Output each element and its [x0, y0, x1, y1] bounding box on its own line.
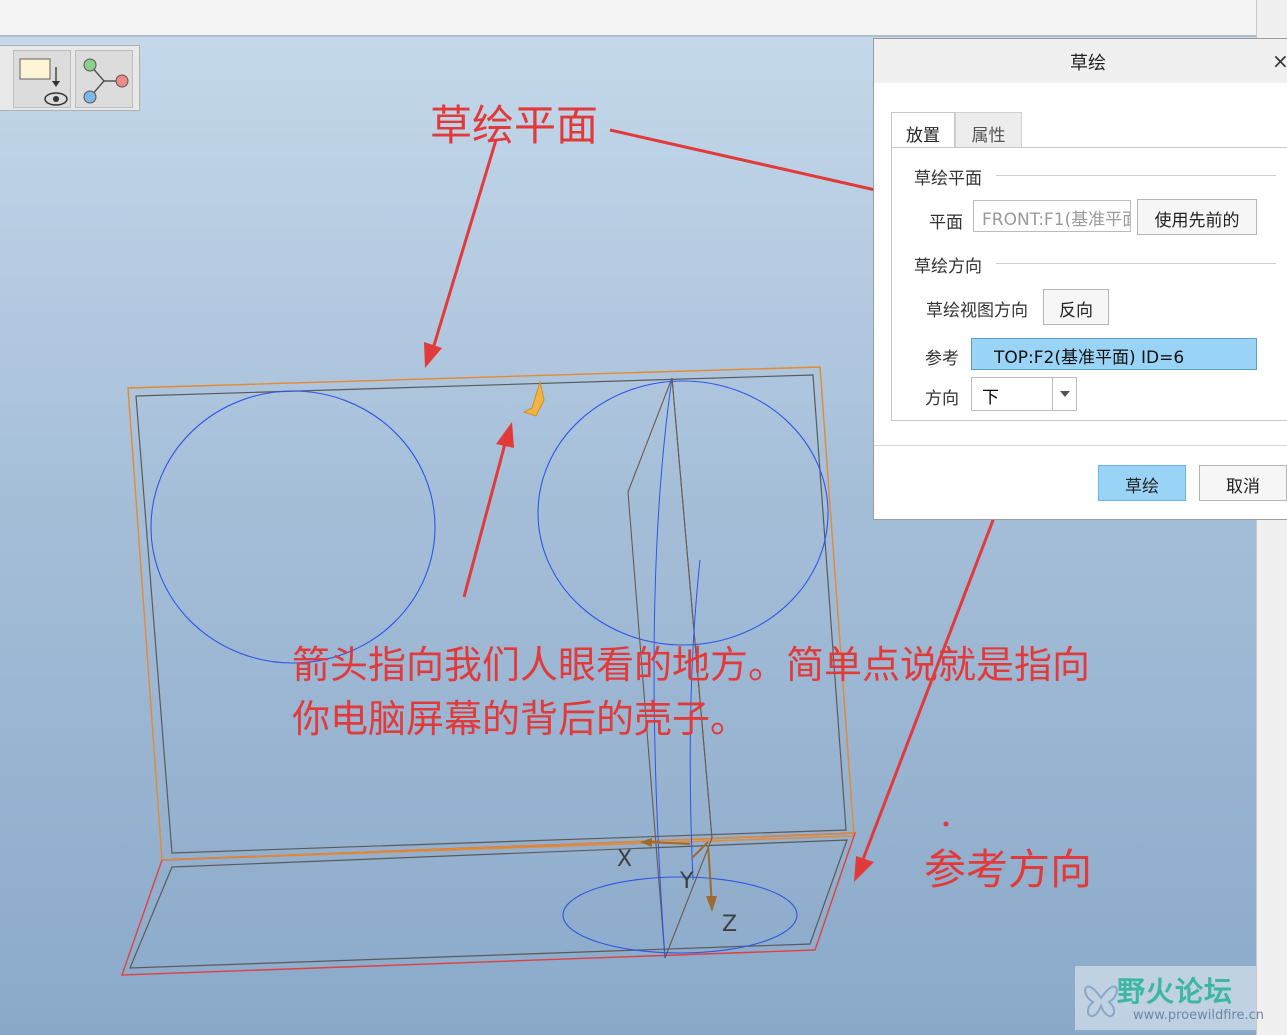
flip-button[interactable]: 反向	[1043, 289, 1109, 325]
annotation-direction-note: 箭头指向我们人眼看的地方。简单点说就是指向 你电脑屏幕的背后的壳子。	[292, 638, 1090, 746]
dialog-title: 草绘	[1070, 53, 1106, 74]
annotation-arrow-view-up	[462, 422, 514, 598]
rib-inner	[671, 377, 713, 839]
references-icon	[83, 58, 129, 104]
front-plane-outline	[127, 366, 855, 861]
view-direction-label: 草绘视图方向	[926, 301, 1028, 321]
plane-label: 平面	[929, 213, 963, 233]
dialog-titlebar[interactable]: 草绘 ×	[874, 39, 1287, 83]
section-divider	[996, 175, 1276, 176]
annotation-arrow-plane-down	[424, 139, 498, 368]
top-bar	[0, 0, 1287, 36]
reference-label: 参考	[925, 349, 959, 369]
annotation-direction-line1: 箭头指向我们人眼看的地方。简单点说就是指向	[292, 643, 1091, 687]
section-sketch-plane: 草绘平面	[914, 169, 982, 189]
axis-label-y: Y	[680, 869, 694, 894]
view-direction-marker	[522, 380, 545, 417]
sketch-ok-button[interactable]: 草绘	[1098, 465, 1186, 501]
reference-field[interactable]: TOP:F2(基准平面) ID=6	[971, 338, 1257, 370]
tab-placement[interactable]: 放置	[891, 112, 955, 148]
annotation-sketch-plane: 草绘平面	[430, 101, 599, 150]
close-icon[interactable]: ×	[1272, 49, 1287, 73]
axis-label-z: Z	[722, 912, 738, 937]
placement-panel: 草绘平面 平面 FRONT:F1(基准平面) 使用先前的 草绘方向 草绘视图方向…	[891, 147, 1287, 421]
orientation-value: 下	[982, 388, 999, 408]
vertical-plate-edge	[135, 374, 847, 854]
sketch-circle-right	[537, 380, 829, 646]
annotation-direction-line2: 你电脑屏幕的背后的壳子。	[292, 697, 749, 741]
chevron-down-icon[interactable]	[1052, 378, 1076, 410]
sketch-view-button[interactable]	[13, 50, 71, 108]
section-divider	[996, 263, 1276, 264]
annotation-reference-direction: 参考方向	[924, 845, 1093, 894]
cancel-button[interactable]: 取消	[1199, 465, 1287, 501]
watermark-name: 野火论坛	[1117, 975, 1234, 1008]
tab-properties[interactable]: 属性	[955, 112, 1022, 148]
section-sketch-orientation: 草绘方向	[914, 257, 982, 277]
sketch-dialog: 草绘 × 放置 属性 草绘平面 平面 FRONT:F1(基准平面) 使用先前的 …	[873, 38, 1287, 520]
axis-label-x: X	[617, 847, 633, 872]
orientation-label: 方向	[925, 389, 959, 409]
sketch-circle-left	[150, 390, 436, 664]
sketch-view-icon	[19, 58, 68, 106]
references-button[interactable]	[75, 50, 133, 108]
graphics-toolbar	[0, 45, 140, 111]
forum-watermark: 野火论坛 www.proewildfire.cn	[1075, 966, 1264, 1030]
plane-field[interactable]: FRONT:F1(基准平面)	[973, 200, 1131, 232]
dialog-separator	[874, 445, 1287, 446]
orientation-select[interactable]: 下	[971, 377, 1077, 411]
watermark-url: www.proewildfire.cn	[1133, 1008, 1264, 1023]
base-plate-edge	[129, 839, 848, 969]
base-plate-fold	[161, 832, 856, 861]
use-previous-button[interactable]: 使用先前的	[1137, 199, 1257, 235]
